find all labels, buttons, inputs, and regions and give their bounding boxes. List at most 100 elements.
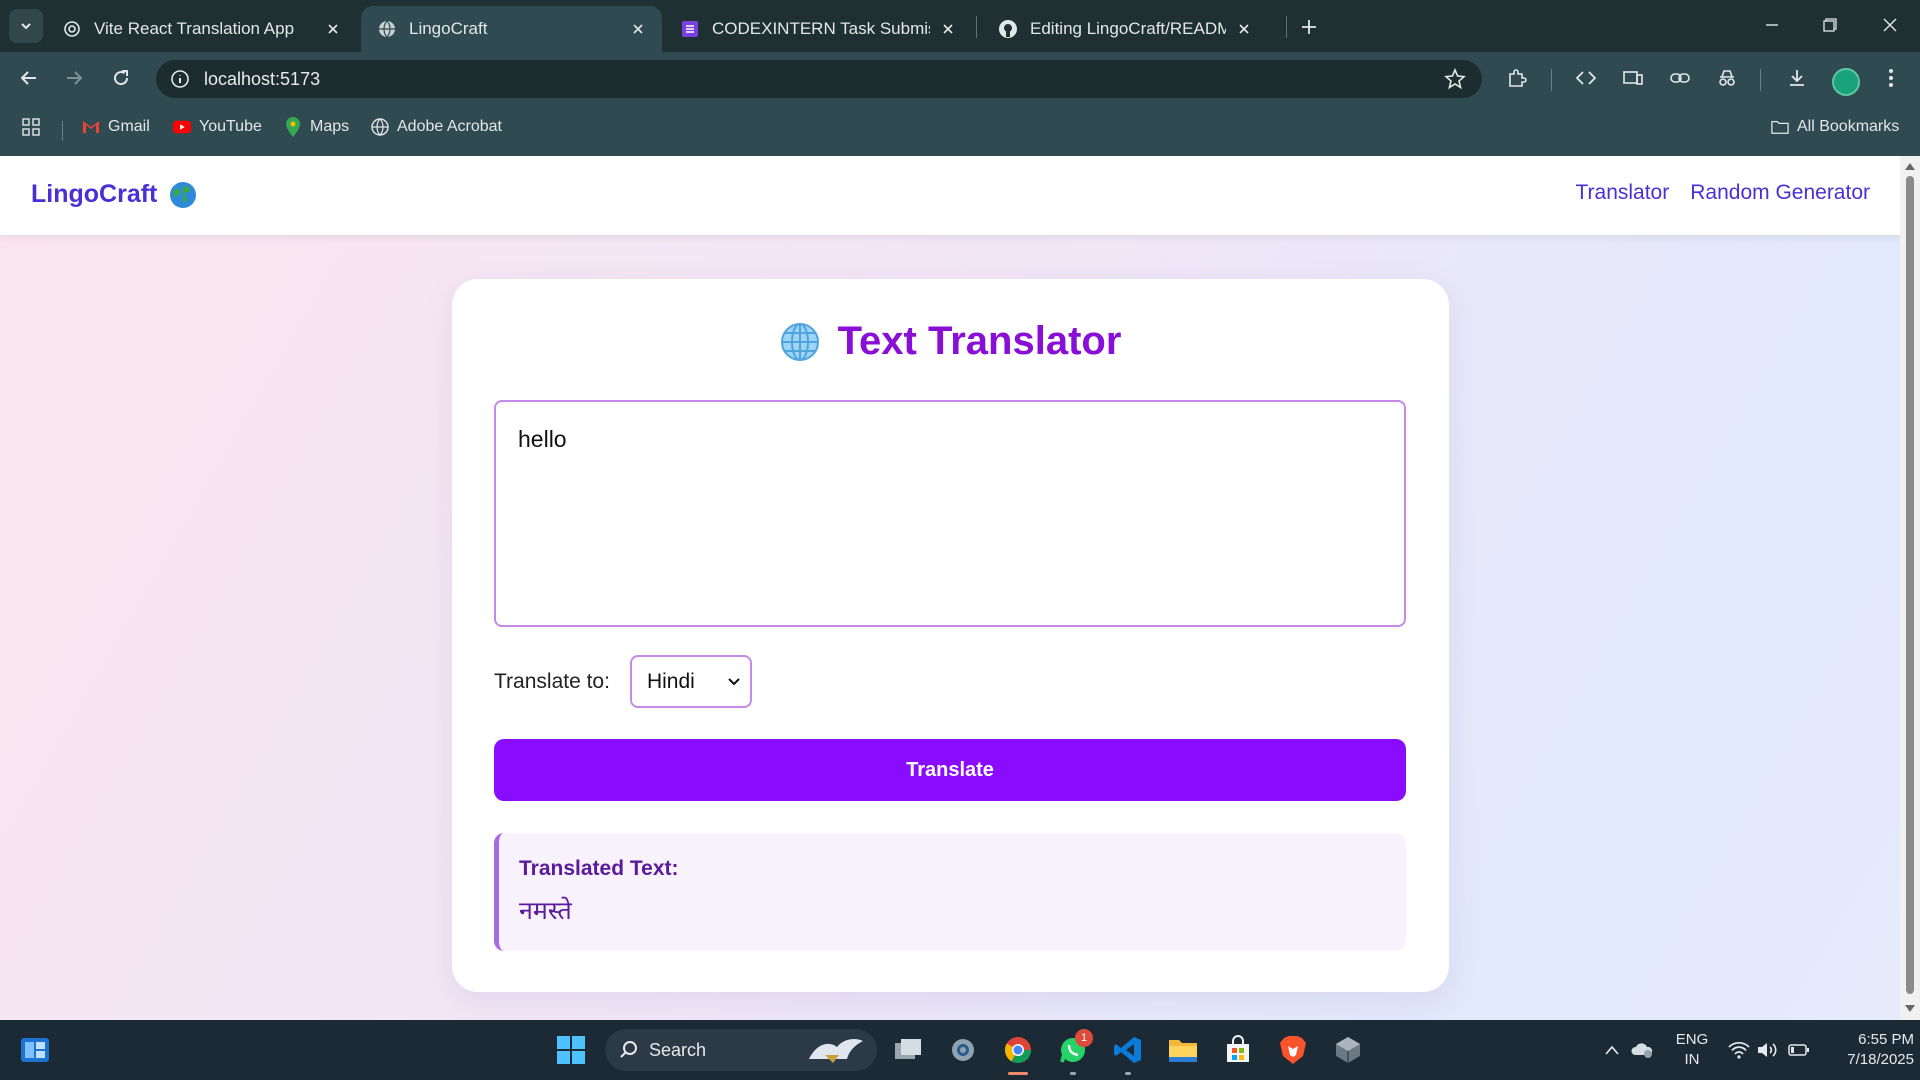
nav-translator[interactable]: Translator	[1575, 181, 1669, 205]
clock-time: 6:55 PM	[1858, 1031, 1914, 1048]
file-explorer-app[interactable]	[1165, 1032, 1201, 1068]
show-hidden-icons-button[interactable]	[1600, 1032, 1624, 1068]
widgets-button[interactable]	[17, 1032, 53, 1068]
page-title: Text Translator	[837, 319, 1122, 363]
tab-lingocraft[interactable]: LingoCraft	[361, 6, 662, 52]
source-text-input[interactable]: hello	[494, 400, 1406, 627]
restore-button[interactable]	[1810, 8, 1850, 42]
brave-app[interactable]	[1275, 1032, 1311, 1068]
language-row: Translate to: Hindi	[494, 655, 752, 708]
taskbar-search[interactable]: Search	[605, 1029, 877, 1071]
clock[interactable]: 6:55 PM 7/18/2025	[1822, 1030, 1914, 1070]
onedrive-tray[interactable]	[1628, 1032, 1656, 1068]
settings-app[interactable]	[945, 1032, 981, 1068]
result-label: Translated Text:	[519, 857, 679, 880]
address-bar[interactable]: localhost:5173	[156, 60, 1482, 98]
earth-icon	[170, 181, 197, 208]
gmail-icon	[82, 118, 100, 136]
openai-icon	[62, 19, 82, 39]
tab-title: Editing LingoCraft/README.md	[1030, 19, 1226, 38]
back-button[interactable]	[11, 60, 47, 96]
youtube-icon	[173, 118, 191, 136]
new-tab-button[interactable]	[1294, 12, 1324, 42]
all-bookmarks-button[interactable]: All Bookmarks	[1771, 118, 1899, 136]
page-scrollbar[interactable]	[1900, 156, 1920, 1020]
chevron-down-icon	[21, 23, 31, 30]
translate-button[interactable]: Translate	[494, 739, 1406, 801]
apps-button[interactable]	[22, 118, 48, 136]
gear-icon	[952, 1039, 974, 1061]
result-text: नमस्ते	[519, 897, 572, 925]
widgets-icon	[21, 1038, 49, 1062]
translator-card: Text Translator hello Translate to: Hind…	[452, 279, 1449, 992]
extensions-button[interactable]	[1499, 60, 1535, 96]
battery-tray[interactable]	[1786, 1032, 1812, 1068]
code-icon	[1575, 71, 1597, 85]
scrollbar-thumb[interactable]	[1906, 176, 1914, 994]
forward-button[interactable]	[56, 60, 92, 96]
scroll-down-icon[interactable]	[1904, 1004, 1916, 1014]
app-navbar: LingoCraft Translator Random Generator	[0, 156, 1900, 235]
start-button[interactable]	[553, 1032, 589, 1068]
bookmark-label: Maps	[310, 118, 350, 135]
tab-codexintern[interactable]: CODEXINTERN Task Submission	[664, 6, 972, 52]
kebab-menu-icon	[1889, 69, 1893, 87]
speaker-icon	[1758, 1043, 1777, 1057]
nav-links: Translator Random Generator	[1575, 181, 1870, 205]
chevron-down-icon	[728, 677, 740, 685]
browser-toolbar: localhost:5173	[0, 52, 1920, 104]
brave-lion-icon	[1280, 1036, 1306, 1064]
app-cube-app[interactable]	[1330, 1032, 1366, 1068]
menu-button[interactable]	[1873, 60, 1909, 96]
restore-icon	[1823, 18, 1837, 32]
all-bookmarks-label: All Bookmarks	[1797, 118, 1900, 135]
close-icon[interactable]	[938, 19, 958, 39]
windows-logo-icon	[557, 1036, 585, 1064]
incognito-button[interactable]	[1709, 60, 1745, 96]
bookmarks-bar: Gmail YouTube Maps Adobe Acrobat All Boo…	[0, 104, 1920, 156]
wifi-icon	[1728, 1041, 1750, 1059]
search-icon	[620, 1041, 637, 1058]
chrome-app[interactable]	[1000, 1032, 1036, 1068]
close-icon[interactable]	[1234, 19, 1254, 39]
device-toolbar-button[interactable]	[1615, 60, 1651, 96]
selected-language: Hindi	[646, 669, 695, 693]
globe-meridians-icon	[780, 322, 819, 361]
microsoft-store-app[interactable]	[1220, 1032, 1256, 1068]
close-icon[interactable]	[323, 19, 343, 39]
running-app-indicator	[1070, 1072, 1076, 1075]
bookmark-gmail[interactable]: Gmail	[82, 118, 150, 136]
bookmark-star-icon[interactable]	[1444, 68, 1466, 90]
task-view-button[interactable]	[890, 1032, 926, 1068]
tab-vite-react[interactable]: Vite React Translation App	[46, 6, 357, 52]
close-window-button[interactable]	[1870, 8, 1910, 42]
folder-icon	[1169, 1040, 1197, 1062]
devtools-button[interactable]	[1568, 60, 1604, 96]
tab-title: Vite React Translation App	[94, 19, 295, 38]
incognito-icon	[1719, 70, 1735, 86]
bookmark-maps[interactable]: Maps	[284, 117, 350, 137]
wifi-tray[interactable]	[1726, 1032, 1752, 1068]
close-icon[interactable]	[628, 19, 648, 39]
info-icon[interactable]	[170, 69, 190, 89]
reload-button[interactable]	[103, 60, 139, 96]
puzzle-icon	[1509, 69, 1527, 87]
bookmark-adobe-acrobat[interactable]: Adobe Acrobat	[371, 118, 502, 136]
share-link-button[interactable]	[1662, 60, 1698, 96]
downloads-button[interactable]	[1779, 60, 1815, 96]
vscode-app[interactable]	[1110, 1032, 1146, 1068]
input-language-indicator[interactable]: ENG IN	[1670, 1030, 1714, 1070]
scroll-up-icon[interactable]	[1904, 161, 1916, 171]
tab-title: CODEXINTERN Task Submission	[712, 19, 930, 38]
volume-tray[interactable]	[1754, 1032, 1780, 1068]
brand-logo[interactable]: LingoCraft	[31, 180, 197, 209]
tab-search-button[interactable]	[9, 9, 43, 43]
bookmark-youtube[interactable]: YouTube	[173, 118, 262, 136]
bookmark-label: YouTube	[199, 118, 262, 135]
url-text[interactable]: localhost:5173	[204, 69, 320, 90]
nav-random-generator[interactable]: Random Generator	[1690, 181, 1870, 205]
target-language-select[interactable]: Hindi	[629, 655, 752, 708]
profile-avatar[interactable]	[1832, 68, 1860, 96]
minimize-button[interactable]	[1752, 8, 1792, 42]
tab-github-readme[interactable]: Editing LingoCraft/README.md	[982, 6, 1268, 52]
